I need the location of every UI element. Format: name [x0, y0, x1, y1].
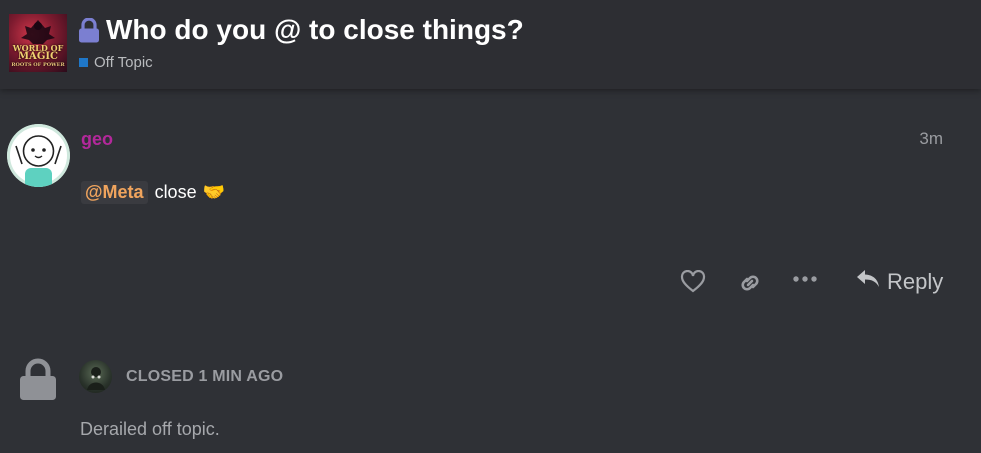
mention-link[interactable]: @Meta: [81, 181, 148, 204]
avatar[interactable]: [7, 124, 70, 187]
lock-icon: [17, 357, 59, 406]
link-icon[interactable]: [737, 270, 763, 296]
post-controls: Reply: [0, 262, 981, 302]
reply-button[interactable]: Reply: [855, 268, 943, 296]
small-action-reason: Derailed off topic.: [80, 419, 220, 439]
reply-label: Reply: [887, 269, 944, 294]
post-content: @Meta close 🤝: [81, 181, 225, 204]
small-action-label: CLOSED 1 MIN AGO: [126, 368, 284, 385]
post-text: close: [154, 182, 197, 202]
logo-text-line3: ROOTS OF POWER: [11, 62, 65, 68]
topic-title[interactable]: Who do you @ to close things?: [106, 14, 524, 46]
post-timestamp[interactable]: 3m: [919, 129, 943, 149]
heart-icon[interactable]: [680, 270, 706, 294]
logo-text-line2: MAGIC: [17, 51, 58, 62]
site-logo[interactable]: WORLD OF MAGIC ROOTS OF POWER: [9, 14, 67, 72]
handshake-icon: 🤝: [202, 182, 226, 202]
category-badge[interactable]: Off Topic: [79, 54, 153, 71]
topic-header: WORLD OF MAGIC ROOTS OF POWER Who do you…: [0, 0, 981, 89]
more-icon[interactable]: [792, 274, 818, 284]
avatar[interactable]: [79, 360, 112, 393]
post-username[interactable]: geo: [81, 129, 113, 150]
lock-icon: [78, 17, 100, 48]
category-name: Off Topic: [94, 54, 153, 71]
category-color-swatch: [79, 58, 88, 67]
reply-icon: [855, 268, 881, 296]
